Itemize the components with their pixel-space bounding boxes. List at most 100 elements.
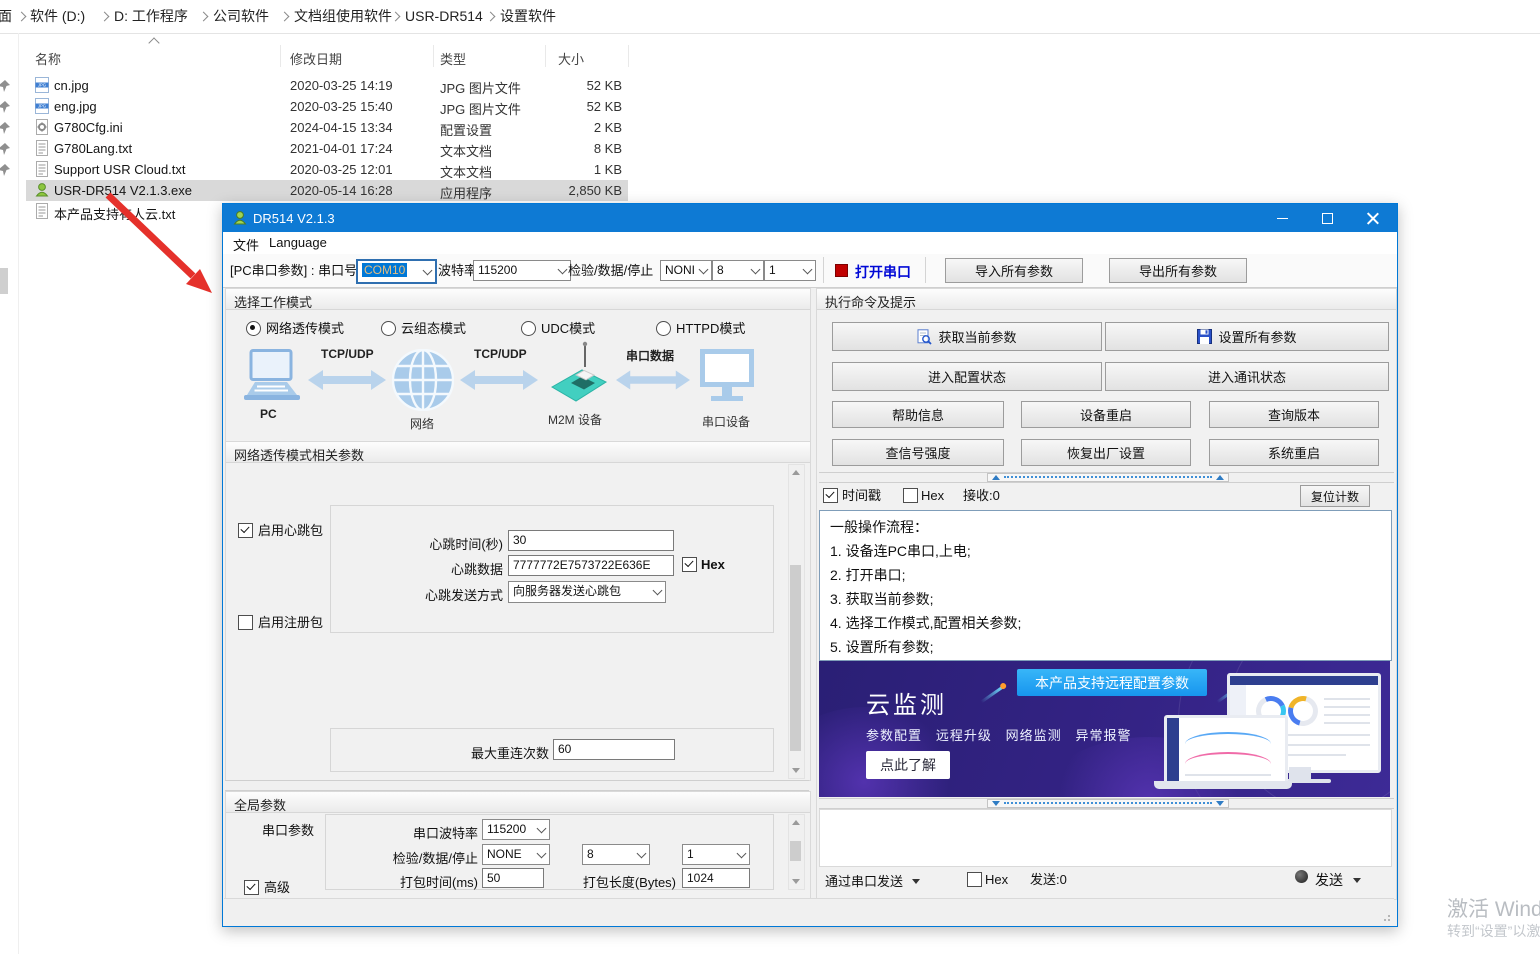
menu-file[interactable]: 文件	[233, 235, 259, 254]
radio-httpd-mode[interactable]	[656, 321, 671, 336]
breadcrumb-item[interactable]: 设置软件	[494, 0, 562, 33]
resize-grip-icon[interactable]	[1380, 911, 1390, 921]
send-input-area[interactable]	[819, 809, 1392, 867]
column-header-size[interactable]: 大小	[558, 49, 584, 68]
import-params-button[interactable]: 导入所有参数	[945, 258, 1083, 283]
global-baud-select[interactable]: 115200	[482, 819, 550, 840]
enter-comm-button[interactable]: 进入通讯状态	[1105, 362, 1389, 391]
global-parity-select[interactable]: NONE	[482, 844, 550, 865]
send-hex-checkbox[interactable]	[967, 872, 982, 887]
breadcrumb-item[interactable]: 面	[0, 0, 18, 33]
send-via-select[interactable]: 通过串口发送	[825, 874, 903, 890]
stopbits-select[interactable]: 1	[764, 260, 816, 281]
splitter-handle[interactable]	[987, 799, 1229, 808]
receive-hex-checkbox[interactable]	[903, 488, 918, 503]
column-header-type[interactable]: 类型	[440, 49, 466, 68]
receive-splitter[interactable]	[819, 472, 1394, 483]
breadcrumb-item[interactable]: 文档组使用软件	[288, 0, 398, 33]
chevron-down-icon[interactable]	[912, 879, 920, 884]
send-hex-label[interactable]: Hex	[985, 872, 1008, 888]
column-divider[interactable]	[628, 45, 629, 67]
minimize-button[interactable]	[1261, 204, 1305, 232]
scrollbar-thumb[interactable]	[790, 841, 801, 861]
radio-cloud-scada[interactable]	[381, 321, 396, 336]
heartbeat-time-input[interactable]: 30	[508, 530, 674, 551]
receive-log[interactable]: 一般操作流程： 1. 设备连PC串口,上电; 2. 打开串口; 3. 获取当前参…	[819, 510, 1392, 661]
factory-reset-button[interactable]: 恢复出厂设置	[1021, 439, 1191, 466]
file-row[interactable]: G780Lang.txt 2021-04-01 17:24 文本文档 8 KB	[26, 138, 628, 159]
file-row[interactable]: G780Cfg.ini 2024-04-15 13:34 配置设置 2 KB	[26, 117, 628, 138]
column-header-date[interactable]: 修改日期	[290, 49, 342, 68]
maximize-button[interactable]	[1305, 204, 1349, 232]
timestamp-label[interactable]: 时间戳	[842, 488, 881, 504]
signal-strength-button[interactable]: 查信号强度	[832, 439, 1004, 466]
title-bar[interactable]: DR514 V2.1.3	[223, 204, 1397, 232]
advanced-checkbox[interactable]	[244, 880, 259, 895]
enable-register-label[interactable]: 启用注册包	[258, 615, 323, 631]
open-port-button[interactable]: 打开串口	[855, 262, 911, 282]
global-params-scrollbar[interactable]	[788, 814, 805, 890]
heartbeat-hex-checkbox[interactable]	[682, 557, 697, 572]
file-row[interactable]: JPG cn.jpg 2020-03-25 14:19 JPG 图片文件 52 …	[26, 75, 628, 96]
reset-count-button[interactable]: 复位计数	[1300, 485, 1370, 507]
column-divider[interactable]	[433, 45, 434, 67]
nav-scrollbar-fragment[interactable]	[0, 268, 8, 294]
export-params-button[interactable]: 导出所有参数	[1109, 258, 1247, 283]
scroll-down-icon[interactable]	[792, 879, 800, 884]
system-restart-button[interactable]: 系统重启	[1209, 439, 1379, 466]
query-version-button[interactable]: 查询版本	[1209, 401, 1379, 428]
file-row[interactable]: JPG eng.jpg 2020-03-25 15:40 JPG 图片文件 52…	[26, 96, 628, 117]
radio-cloud-scada-label[interactable]: 云组态模式	[401, 321, 466, 337]
radio-net-passthrough-label[interactable]: 网络透传模式	[266, 321, 344, 337]
breadcrumb-item[interactable]: 公司软件	[207, 0, 275, 33]
pack-len-input[interactable]: 1024	[682, 868, 750, 888]
advanced-label[interactable]: 高级	[264, 880, 290, 896]
left-panel-splitter[interactable]	[225, 780, 809, 791]
baud-select[interactable]: 115200	[473, 260, 571, 281]
breadcrumb-item[interactable]: 软件 (D:)	[24, 0, 91, 33]
send-splitter[interactable]	[819, 798, 1394, 809]
breadcrumb-item[interactable]: D: 工作程序	[108, 0, 194, 33]
net-params-scrollbar[interactable]	[788, 464, 805, 779]
splitter-handle[interactable]	[987, 473, 1229, 482]
radio-httpd-mode-label[interactable]: HTTPD模式	[676, 321, 745, 337]
pack-time-input[interactable]: 50	[482, 868, 544, 888]
heartbeat-hex-label[interactable]: Hex	[701, 557, 725, 573]
timestamp-checkbox[interactable]	[823, 488, 838, 503]
enable-heartbeat-checkbox[interactable]	[238, 523, 253, 538]
radio-udc-mode-label[interactable]: UDC模式	[541, 321, 595, 337]
enter-config-button[interactable]: 进入配置状态	[832, 362, 1102, 391]
help-info-button[interactable]: 帮助信息	[832, 401, 1004, 428]
enable-heartbeat-label[interactable]: 启用心跳包	[258, 523, 323, 539]
send-button[interactable]: 发送	[1315, 872, 1343, 888]
max-reconnect-input[interactable]: 60	[553, 739, 675, 760]
radio-udc-mode[interactable]	[521, 321, 536, 336]
set-params-button[interactable]: 设置所有参数	[1105, 322, 1389, 351]
get-params-button[interactable]: 获取当前参数	[832, 322, 1102, 351]
scroll-up-icon[interactable]	[792, 820, 800, 825]
column-divider[interactable]	[280, 45, 281, 67]
scroll-down-icon[interactable]	[792, 768, 800, 773]
heartbeat-mode-select[interactable]: 向服务器发送心跳包	[508, 581, 666, 603]
parity-select[interactable]: NONI	[660, 260, 712, 281]
close-button[interactable]	[1351, 204, 1395, 232]
scroll-up-icon[interactable]	[792, 470, 800, 475]
receive-hex-label[interactable]: Hex	[921, 488, 944, 504]
chevron-down-icon[interactable]	[1353, 878, 1361, 883]
heartbeat-data-input[interactable]: 7777772E7573722E636E	[508, 555, 674, 576]
column-header-name[interactable]: 名称	[35, 49, 61, 68]
device-restart-button[interactable]: 设备重启	[1021, 401, 1191, 428]
enable-register-checkbox[interactable]	[238, 615, 253, 630]
breadcrumb-item[interactable]: USR-DR514	[399, 0, 489, 33]
global-databits-select[interactable]: 8	[582, 844, 650, 865]
column-divider[interactable]	[545, 45, 546, 67]
scrollbar-thumb[interactable]	[790, 565, 801, 751]
promo-banner[interactable]: 本产品支持远程配置参数 云监测 参数配置 远程升级 网络监测 异常报警 点此了解	[819, 661, 1390, 797]
radio-net-passthrough[interactable]	[246, 321, 261, 336]
banner-cta-button[interactable]: 点此了解	[866, 751, 950, 779]
global-stopbits-select[interactable]: 1	[682, 844, 750, 865]
databits-select[interactable]: 8	[712, 260, 764, 281]
file-row[interactable]: Support USR Cloud.txt 2020-03-25 12:01 文…	[26, 159, 628, 180]
port-select[interactable]: COM10	[356, 259, 437, 284]
menu-language[interactable]: Language	[269, 235, 327, 250]
